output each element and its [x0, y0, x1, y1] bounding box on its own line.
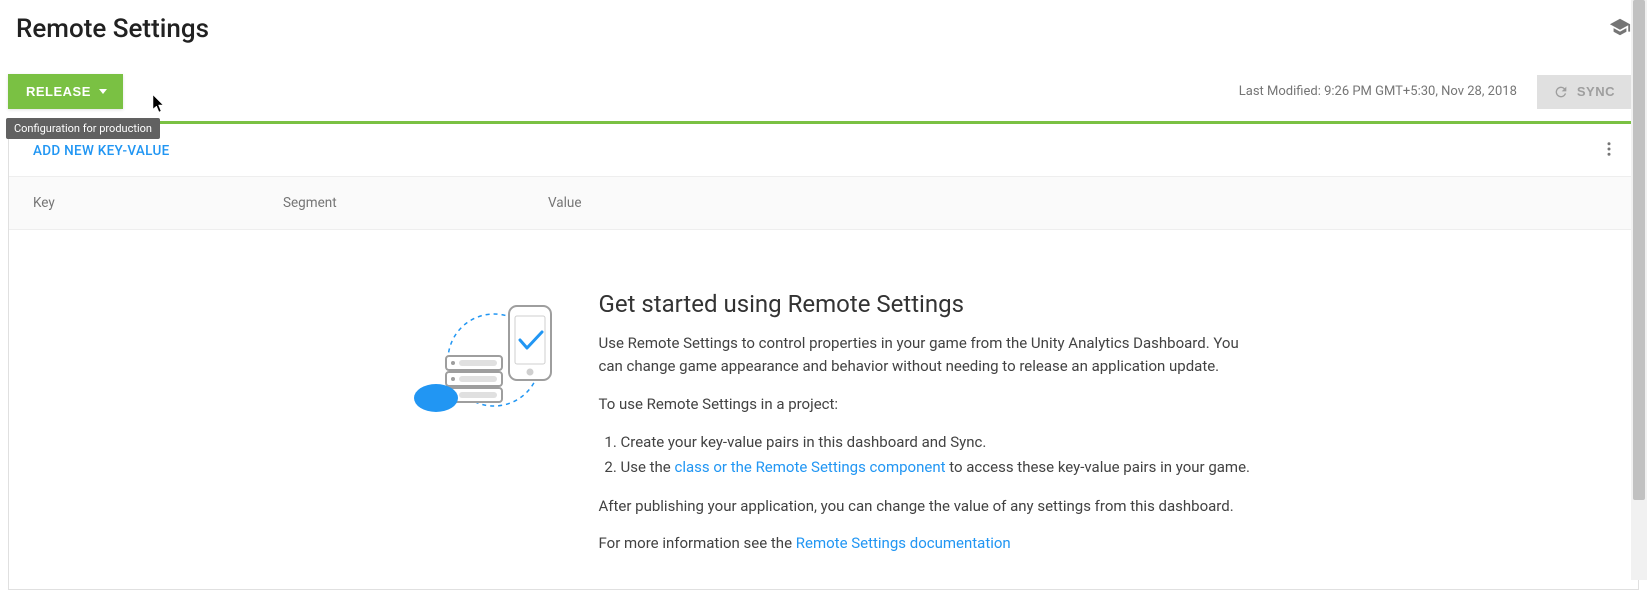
- column-segment: Segment: [283, 195, 548, 211]
- empty-more: For more information see the Remote Sett…: [599, 532, 1259, 555]
- add-key-value-link[interactable]: ADD NEW KEY-VALUE: [33, 143, 170, 159]
- release-label: RELEASE: [26, 84, 91, 99]
- caret-down-icon: [99, 89, 107, 94]
- step-2: Use the class or the Remote Settings com…: [621, 455, 1259, 481]
- table-header: Key Segment Value: [9, 177, 1638, 230]
- empty-state: Get started using Remote Settings Use Re…: [9, 230, 1638, 589]
- empty-after: After publishing your application, you c…: [599, 495, 1259, 518]
- component-link[interactable]: class or the Remote Settings component: [675, 458, 946, 476]
- cursor-icon: [152, 95, 166, 117]
- release-button[interactable]: RELEASE: [8, 74, 123, 109]
- sync-label: SYNC: [1577, 84, 1615, 99]
- column-value: Value: [548, 195, 1614, 211]
- settings-card: ADD NEW KEY-VALUE Key Segment Value: [8, 121, 1639, 590]
- sync-button[interactable]: SYNC: [1537, 75, 1631, 109]
- empty-intro: Use Remote Settings to control propertie…: [599, 332, 1259, 379]
- column-key: Key: [33, 195, 283, 211]
- docs-link[interactable]: Remote Settings documentation: [796, 534, 1011, 552]
- last-modified: Last Modified: 9:26 PM GMT+5:30, Nov 28,…: [1239, 84, 1517, 99]
- empty-illustration: [389, 290, 559, 420]
- empty-howto: To use Remote Settings in a project:: [599, 393, 1259, 416]
- release-tooltip: Configuration for production: [6, 118, 160, 139]
- education-icon[interactable]: [1609, 16, 1631, 42]
- page-title: Remote Settings: [16, 14, 209, 44]
- scrollbar[interactable]: [1631, 0, 1647, 580]
- more-menu-icon[interactable]: [1600, 140, 1618, 162]
- step-1: Create your key-value pairs in this dash…: [621, 430, 1259, 456]
- refresh-icon: [1553, 84, 1569, 100]
- empty-heading: Get started using Remote Settings: [599, 290, 1259, 318]
- scrollbar-thumb[interactable]: [1633, 0, 1645, 500]
